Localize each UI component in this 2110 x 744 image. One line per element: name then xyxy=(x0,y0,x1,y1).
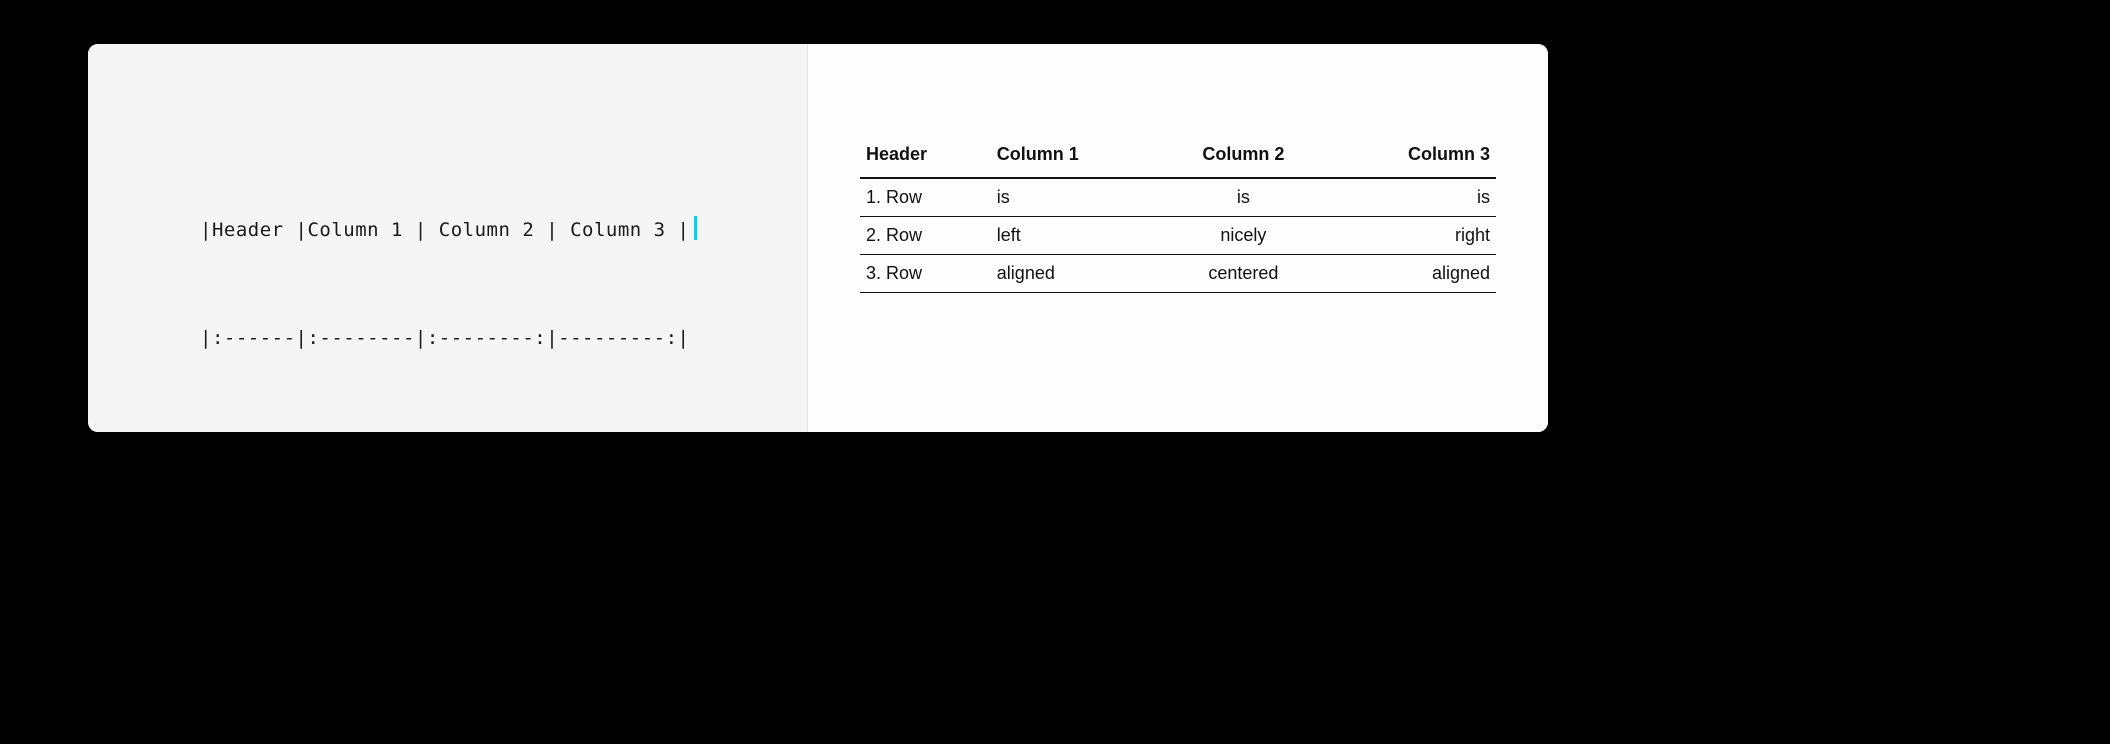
editor-line-text: |Header |Column 1 | Column 2 | Column 3 … xyxy=(200,219,690,241)
editor-line[interactable]: |:------|:--------|:--------:|---------:… xyxy=(200,320,807,356)
table-row: 2. Row left nicely right xyxy=(860,217,1496,255)
text-cursor xyxy=(694,216,697,240)
preview-table: Header Column 1 Column 2 Column 3 1. Row… xyxy=(860,136,1496,293)
editor-line[interactable]: |Header |Column 1 | Column 2 | Column 3 … xyxy=(200,212,807,248)
table-cell: is xyxy=(1328,178,1496,217)
editor-line-text: |:------|:--------|:--------:|---------:… xyxy=(200,327,690,349)
table-header-cell: Column 3 xyxy=(1328,136,1496,178)
table-cell: is xyxy=(991,178,1159,217)
preview-pane: Header Column 1 Column 2 Column 3 1. Row… xyxy=(808,44,1548,432)
markdown-editor-window: |Header |Column 1 | Column 2 | Column 3 … xyxy=(88,44,1548,432)
table-cell: right xyxy=(1328,217,1496,255)
table-row: 1. Row is is is xyxy=(860,178,1496,217)
table-cell: 3. Row xyxy=(860,255,991,293)
table-row: 3. Row aligned centered aligned xyxy=(860,255,1496,293)
table-cell: aligned xyxy=(1328,255,1496,293)
table-header-cell: Column 2 xyxy=(1159,136,1327,178)
table-cell: is xyxy=(1159,178,1327,217)
table-cell: 1. Row xyxy=(860,178,991,217)
table-cell: 2. Row xyxy=(860,217,991,255)
table-cell: centered xyxy=(1159,255,1327,293)
editor-content[interactable]: |Header |Column 1 | Column 2 | Column 3 … xyxy=(200,140,807,432)
table-cell: nicely xyxy=(1159,217,1327,255)
editor-line[interactable]: |1. Row | is | is | is | xyxy=(200,428,807,432)
table-cell: left xyxy=(991,217,1159,255)
editor-pane[interactable]: |Header |Column 1 | Column 2 | Column 3 … xyxy=(88,44,808,432)
table-header-cell: Column 1 xyxy=(991,136,1159,178)
table-header-row: Header Column 1 Column 2 Column 3 xyxy=(860,136,1496,178)
table-cell: aligned xyxy=(991,255,1159,293)
table-header-cell: Header xyxy=(860,136,991,178)
